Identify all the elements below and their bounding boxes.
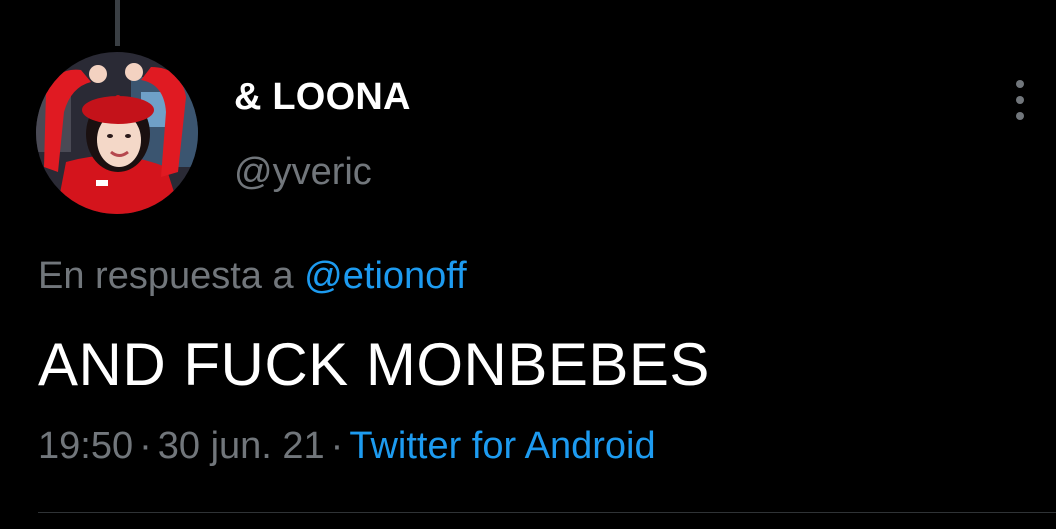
thread-connector-line (115, 0, 120, 46)
reply-to-mention-link[interactable]: @etionoff (304, 255, 467, 297)
user-handle[interactable]: @yveric (234, 151, 372, 194)
avatar-image (36, 52, 198, 214)
more-vertical-icon[interactable] (1006, 78, 1034, 122)
meta-separator: · (139, 425, 152, 467)
tweet-time: 19:50 (38, 425, 134, 467)
reply-prefix: En respuesta a (38, 255, 294, 297)
divider (38, 512, 1056, 513)
tweet-metadata: 19:50 · 30 jun. 21 · Twitter for Android (38, 425, 656, 468)
tweet-date[interactable]: 30 jun. 21 (158, 425, 325, 467)
tweet-source-link[interactable]: Twitter for Android (349, 425, 655, 467)
meta-separator: · (330, 425, 344, 467)
reply-context: En respuesta a @etionoff (38, 255, 467, 298)
display-name[interactable]: & LOONA (234, 76, 411, 119)
tweet-text: AND FUCK MONBEBES (38, 331, 710, 398)
avatar[interactable] (36, 52, 198, 214)
